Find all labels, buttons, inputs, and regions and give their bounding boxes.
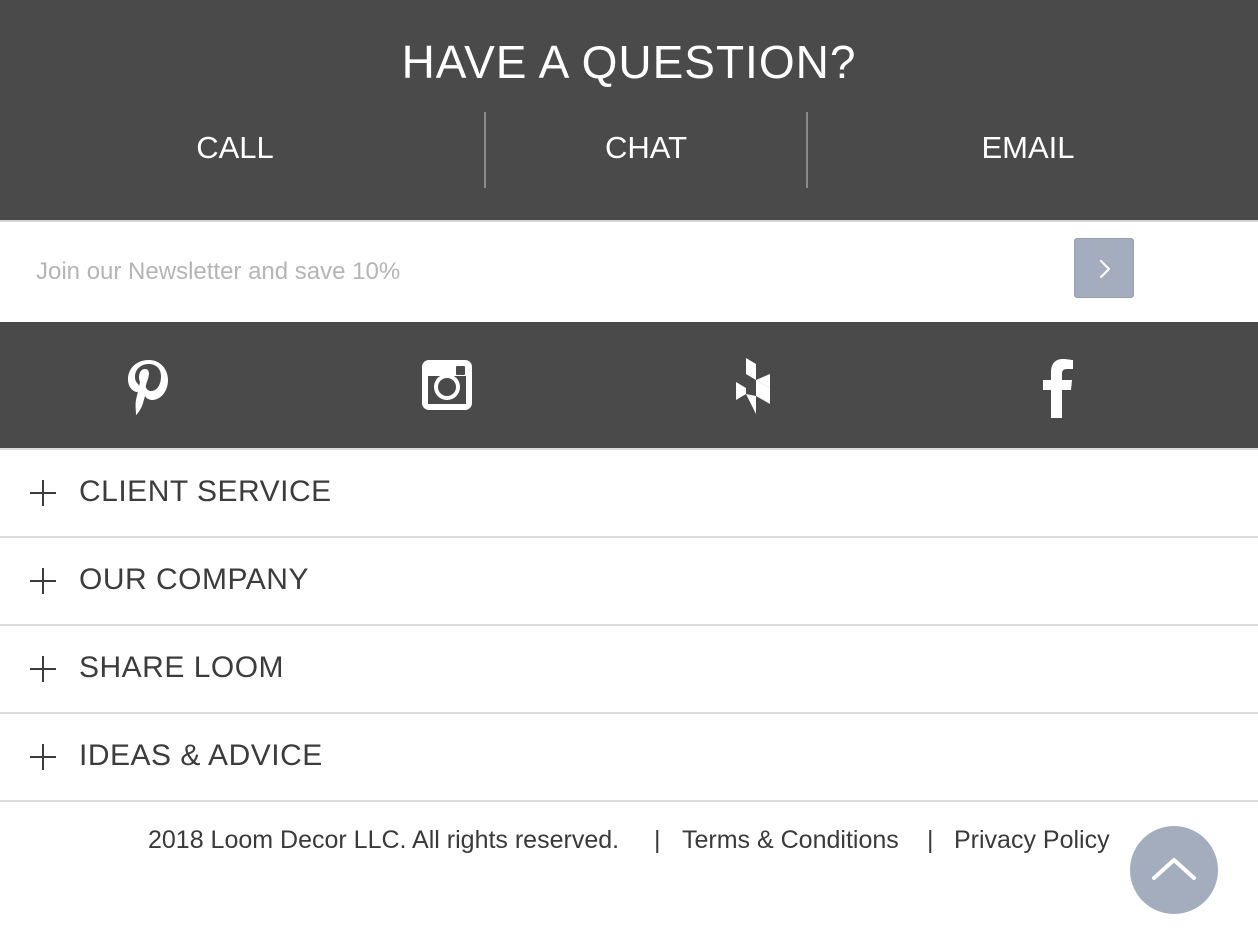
newsletter-email-input[interactable]	[36, 252, 1056, 292]
pinterest-icon[interactable]	[124, 356, 174, 416]
call-link[interactable]: CALL	[0, 128, 470, 168]
accordion-label: IDEAS & ADVICE	[79, 739, 323, 772]
footer-legal: 2018 Loom Decor LLC. All rights reserved…	[0, 820, 1258, 860]
plus-icon	[30, 656, 56, 682]
copyright-text: 2018 Loom Decor LLC. All rights reserved…	[148, 826, 620, 854]
accordion-our-company[interactable]: OUR COMPANY	[0, 538, 1258, 626]
contact-section: HAVE A QUESTION? CALL CHAT EMAIL	[0, 0, 1258, 220]
terms-link[interactable]: Terms & Conditions	[682, 820, 899, 860]
accordion-label: OUR COMPANY	[79, 563, 309, 596]
accordion-label: SHARE LOOM	[79, 651, 285, 684]
facebook-icon[interactable]	[1040, 356, 1076, 418]
email-link[interactable]: EMAIL	[808, 128, 1248, 168]
chevron-right-icon	[1099, 259, 1111, 279]
chevron-up-icon	[1152, 858, 1196, 880]
plus-icon	[30, 744, 56, 770]
accordion-share-loom[interactable]: SHARE LOOM	[0, 626, 1258, 714]
newsletter-section	[0, 220, 1258, 322]
privacy-link[interactable]: Privacy Policy	[954, 820, 1110, 860]
accordion-label: CLIENT SERVICE	[79, 475, 332, 508]
houzz-icon[interactable]	[734, 356, 774, 416]
footer-separator: |	[927, 826, 934, 854]
newsletter-submit-button[interactable]	[1074, 238, 1134, 298]
instagram-icon[interactable]	[420, 358, 474, 412]
chat-link[interactable]: CHAT	[486, 128, 806, 168]
footer-accordion: CLIENT SERVICE OUR COMPANY SHARE LOOM ID…	[0, 448, 1258, 802]
contact-title: HAVE A QUESTION?	[401, 36, 857, 88]
social-section	[0, 322, 1258, 448]
accordion-ideas-advice[interactable]: IDEAS & ADVICE	[0, 714, 1258, 802]
footer-separator: |	[654, 826, 661, 854]
accordion-client-service[interactable]: CLIENT SERVICE	[0, 450, 1258, 538]
plus-icon	[30, 568, 56, 594]
back-to-top-button[interactable]	[1130, 826, 1218, 914]
plus-icon	[30, 480, 56, 506]
